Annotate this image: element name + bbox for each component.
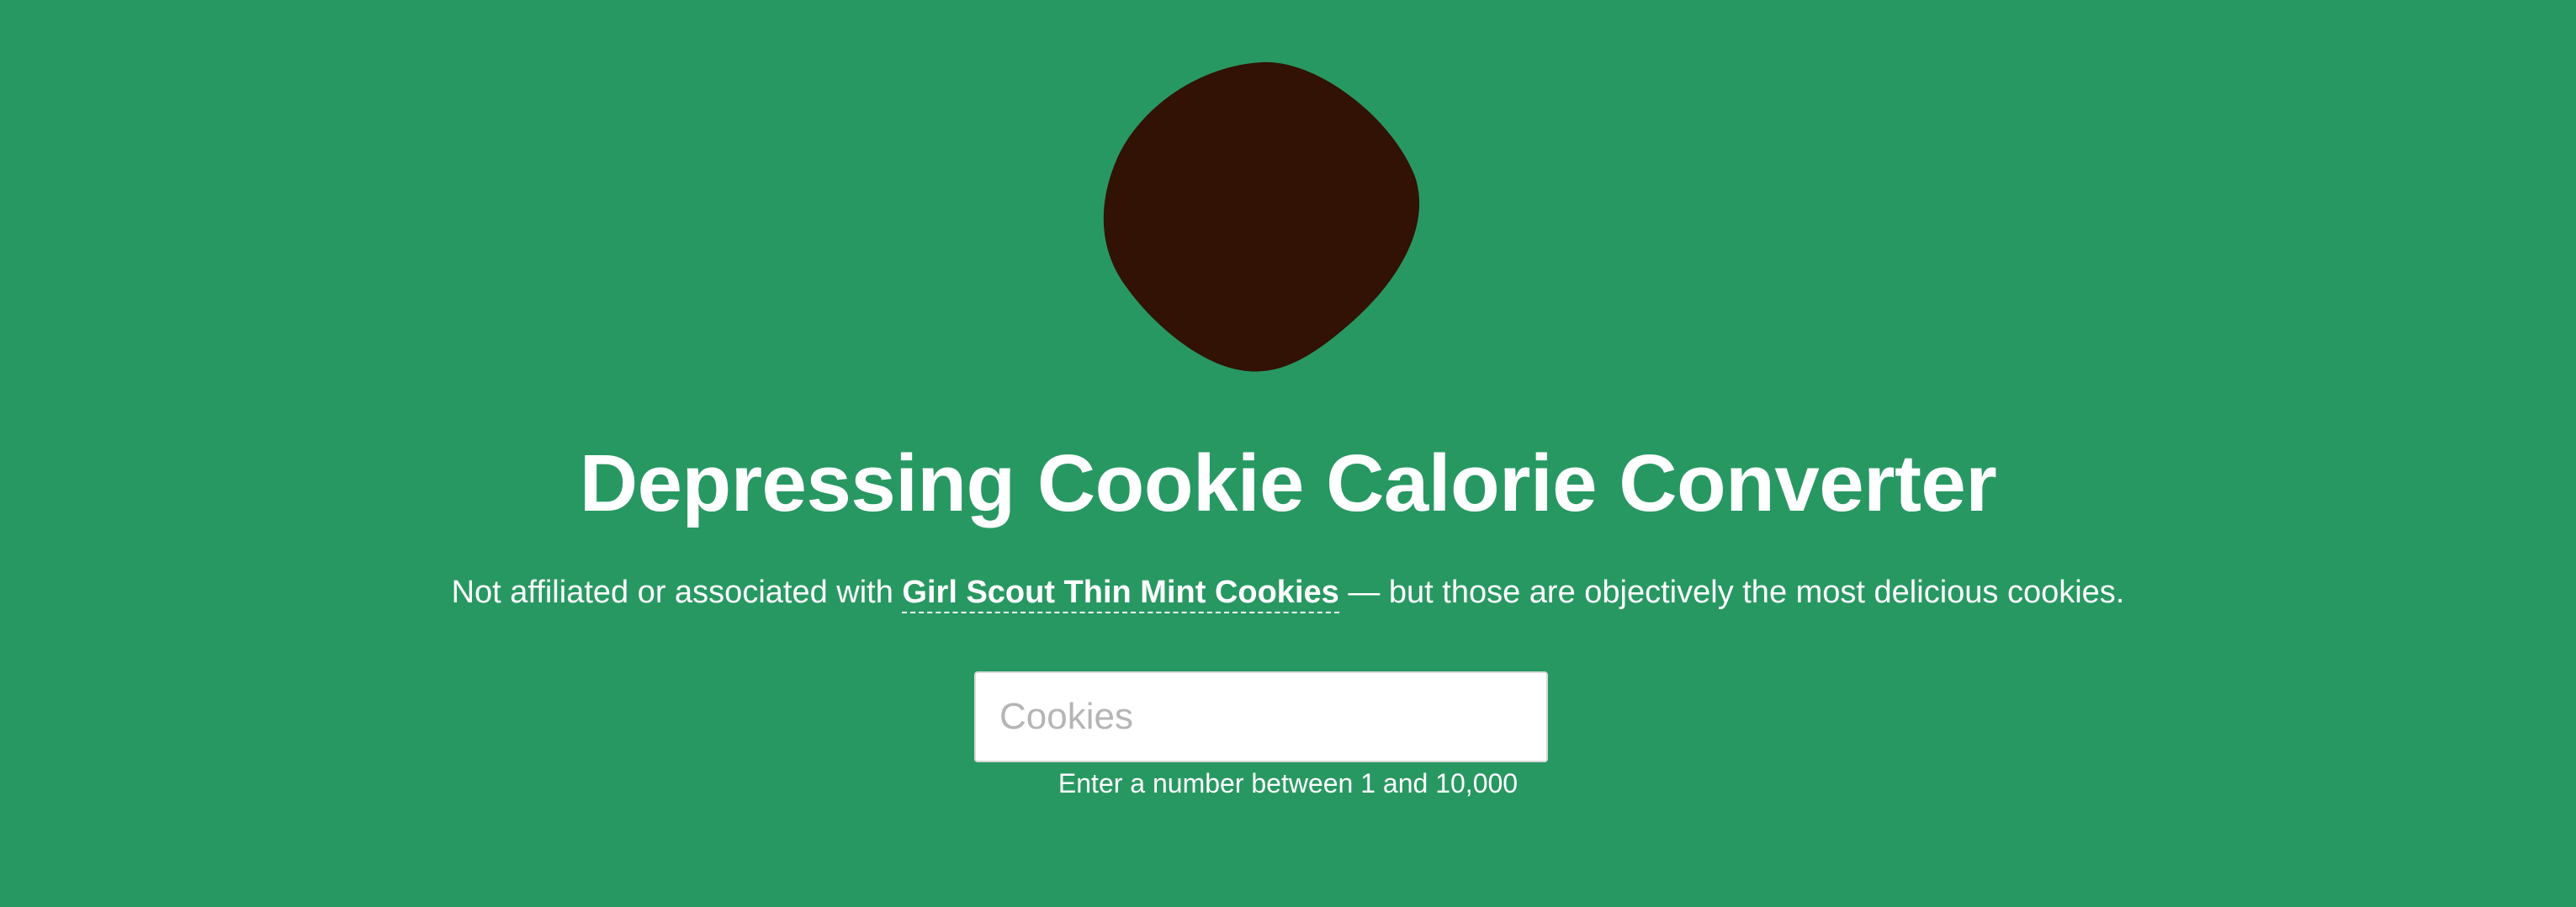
cookies-input[interactable] bbox=[974, 671, 1548, 762]
cookie-icon bbox=[1102, 59, 1422, 375]
thin-mint-link[interactable]: Girl Scout Thin Mint Cookies bbox=[902, 575, 1339, 613]
disclaimer-text-after: — but those are objectively the most del… bbox=[1338, 575, 2125, 610]
page-title: Depressing Cookie Calorie Converter bbox=[579, 438, 1997, 528]
cookies-field-wrapper bbox=[974, 671, 1548, 762]
input-hint: Enter a number between 1 and 10,000 bbox=[1057, 768, 1519, 798]
disclaimer: Not affiliated or associated with Girl S… bbox=[0, 569, 2576, 616]
page: Depressing Cookie Calorie Converter Not … bbox=[0, 0, 2576, 907]
disclaimer-text-before: Not affiliated or associated with bbox=[451, 575, 903, 610]
